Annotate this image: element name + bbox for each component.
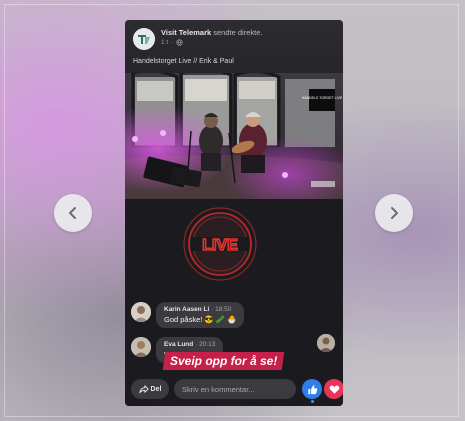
live-video[interactable]: HANDELS TORGET LIVE bbox=[125, 73, 343, 199]
avatar-photo bbox=[131, 337, 151, 357]
live-logo-text: LIVE bbox=[202, 237, 238, 254]
share-arrow-icon bbox=[138, 385, 149, 394]
chevron-left-icon bbox=[69, 207, 76, 219]
post-meta: 1 t · bbox=[161, 39, 184, 46]
comment-author-line: Eva Lund · 20:13 bbox=[164, 341, 216, 348]
swipe-up-text: Sveip opp for å se! bbox=[170, 354, 278, 368]
share-button[interactable]: Del bbox=[131, 379, 169, 399]
avatar-photo bbox=[131, 302, 151, 322]
story-card[interactable]: Visit Telemark sendte direkte. 1 t · Han… bbox=[125, 20, 343, 406]
comment-author-line: Karin Aasen Li · 18:50 bbox=[164, 306, 232, 313]
viewer-avatar bbox=[317, 334, 335, 352]
comment-author[interactable]: Karin Aasen Li bbox=[164, 306, 209, 313]
meta-separator: · bbox=[171, 39, 174, 46]
post-time: 1 t bbox=[161, 39, 169, 46]
cucumber-emoji: 🥒 bbox=[215, 314, 226, 324]
next-story-button[interactable] bbox=[375, 194, 413, 232]
sunglasses-emoji: 😎 bbox=[204, 314, 214, 324]
previous-story-button[interactable] bbox=[54, 194, 92, 232]
comment-time: 18:50 bbox=[215, 306, 232, 313]
swipe-up-banner[interactable]: Sveip opp for å se! bbox=[162, 352, 285, 370]
story-header: Visit Telemark sendte direkte. 1 t · Han… bbox=[125, 20, 343, 80]
page-avatar[interactable] bbox=[133, 28, 155, 50]
globe-icon bbox=[176, 39, 184, 46]
comment-1[interactable]: Karin Aasen Li · 18:50 God påske! 😎 🥒 🐣 bbox=[131, 302, 245, 328]
commenter-avatar[interactable] bbox=[131, 337, 151, 357]
telemark-logo-icon bbox=[133, 28, 155, 50]
video-frame: HANDELS TORGET LIVE bbox=[125, 73, 343, 199]
chick-emoji: 🐣 bbox=[227, 314, 237, 324]
chevron-right-icon bbox=[391, 207, 398, 219]
comment-text-line: God påske! 😎 🥒 🐣 bbox=[164, 315, 236, 324]
like-button[interactable] bbox=[302, 379, 322, 399]
video-overlay-logo: HANDELS TORGET LIVE bbox=[302, 96, 343, 100]
page-action: sendte direkte. bbox=[213, 28, 263, 37]
thumbs-up-icon bbox=[307, 384, 317, 394]
viewer-avatar-photo bbox=[317, 334, 335, 352]
love-button[interactable] bbox=[324, 379, 343, 399]
comment-bubble: Karin Aasen Li · 18:50 God påske! 😎 🥒 🐣 bbox=[156, 302, 245, 328]
comment-input[interactable] bbox=[174, 379, 296, 399]
reaction-indicator-dot bbox=[311, 400, 314, 403]
post-text: Handelstorget Live // Erik & Paul bbox=[133, 58, 234, 65]
heart-icon bbox=[329, 385, 339, 394]
page-name[interactable]: Visit Telemark bbox=[161, 28, 211, 37]
comment-author[interactable]: Eva Lund bbox=[164, 341, 193, 348]
comment-text: God påske! bbox=[164, 315, 203, 324]
live-logo: LIVE bbox=[183, 207, 257, 281]
commenter-avatar[interactable] bbox=[131, 302, 151, 322]
share-label: Del bbox=[150, 385, 162, 393]
page-name-line[interactable]: Visit Telemark sendte direkte. bbox=[161, 28, 262, 37]
comment-time: 20:13 bbox=[199, 341, 216, 348]
